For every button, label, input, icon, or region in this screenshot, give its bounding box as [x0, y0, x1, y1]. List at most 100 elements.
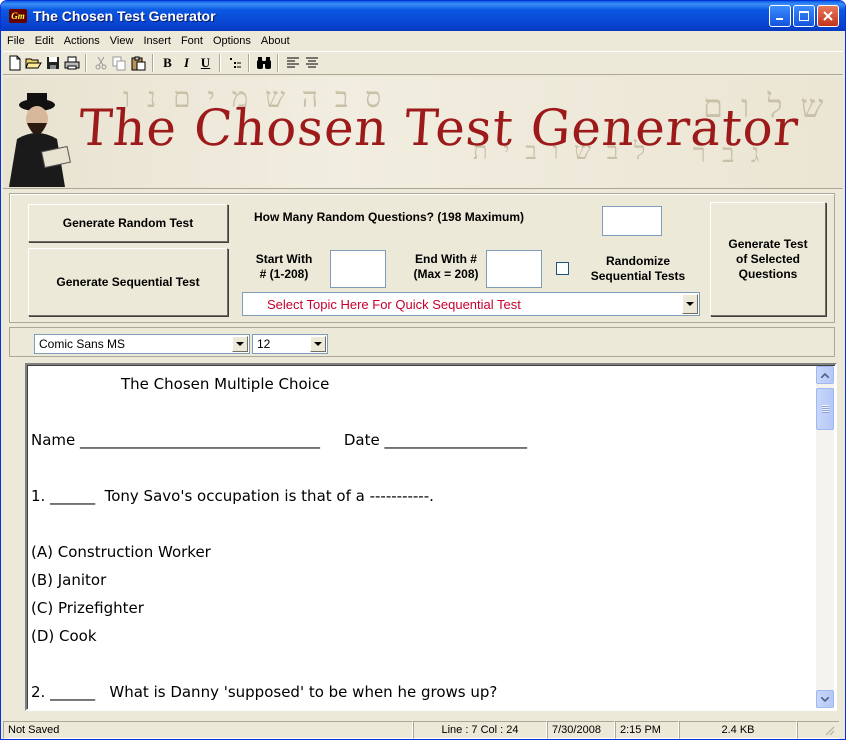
document-title: The Chosen Multiple Choice — [121, 375, 330, 393]
end-with-label-line: (Max = 208) — [413, 267, 479, 281]
font-size-value: 12 — [257, 337, 271, 351]
vertical-scrollbar[interactable] — [816, 366, 834, 708]
cursor-position: Line : 7 Col : 24 — [413, 721, 547, 739]
scroll-up-button[interactable] — [816, 366, 834, 384]
banner-figure-image — [9, 93, 71, 187]
close-icon — [823, 11, 833, 21]
app-window: Gm The Chosen Test Generator File Edit A… — [0, 0, 846, 740]
window-title: The Chosen Test Generator — [33, 8, 216, 24]
document-text-area[interactable]: The Chosen Multiple Choice Name ________… — [29, 367, 815, 707]
answer-choice: (D) Cook — [31, 627, 97, 645]
name-date-line: Name ________________________________ Da… — [31, 431, 527, 449]
status-date: 7/30/2008 — [547, 721, 615, 739]
answer-choice: (B) Janitor — [31, 571, 107, 589]
new-document-icon[interactable] — [5, 54, 24, 73]
print-icon[interactable] — [62, 54, 81, 73]
font-toolbar: Comic Sans MS 12 — [9, 327, 835, 357]
scroll-down-button[interactable] — [816, 690, 834, 708]
menu-view[interactable]: View — [106, 35, 140, 47]
resize-grip-icon — [825, 726, 835, 736]
menu-file[interactable]: File — [3, 35, 31, 47]
bullets-button[interactable] — [225, 54, 244, 73]
start-with-label: Start With # (1-208) — [240, 252, 328, 282]
chevron-up-icon — [821, 372, 829, 378]
align-center-button[interactable] — [302, 54, 321, 73]
align-left-icon — [286, 57, 299, 68]
bold-icon: B — [163, 55, 172, 70]
question-2: 2. ______ What is Danny 'supposed' to be… — [31, 683, 498, 701]
maximize-icon — [799, 11, 809, 21]
copy-icon[interactable] — [110, 54, 129, 73]
menu-edit[interactable]: Edit — [31, 35, 60, 47]
maximize-button[interactable] — [793, 5, 815, 27]
font-size-dropdown-button[interactable] — [310, 336, 326, 352]
test-controls-panel: Generate Random Test Generate Sequential… — [9, 193, 835, 323]
generate-selected-label-line: Generate Test — [728, 236, 808, 251]
generate-selected-label-line: of Selected — [735, 251, 801, 266]
scroll-thumb[interactable] — [816, 388, 834, 430]
toolbar-separator — [85, 54, 87, 72]
start-with-label-line: Start With — [255, 252, 313, 266]
bullets-icon — [229, 58, 241, 68]
italic-button[interactable]: I — [177, 54, 196, 73]
end-with-input[interactable] — [486, 250, 542, 288]
status-bar: Not Saved Line : 7 Col : 24 7/30/2008 2:… — [3, 721, 843, 739]
chevron-down-icon — [314, 341, 322, 346]
menu-actions[interactable]: Actions — [60, 35, 106, 47]
start-with-input[interactable] — [330, 250, 386, 288]
banner-image: ס ב ה ש מ י ם נ ו ל ב ש ו ב י ת ש ל ו ם … — [3, 77, 843, 189]
generate-selected-questions-button[interactable]: Generate Test of Selected Questions — [710, 202, 826, 316]
toolbar-separator — [219, 54, 221, 72]
open-folder-icon[interactable] — [24, 54, 43, 73]
bold-button[interactable]: B — [158, 54, 177, 73]
chevron-down-icon — [821, 696, 829, 702]
font-family-value: Comic Sans MS — [39, 337, 126, 351]
size-grip[interactable] — [797, 721, 839, 739]
font-family-dropdown-button[interactable] — [232, 336, 248, 352]
find-button[interactable] — [254, 54, 273, 73]
align-center-icon — [305, 57, 318, 68]
menu-insert[interactable]: Insert — [139, 35, 177, 47]
toolbar-separator — [248, 54, 250, 72]
paste-icon[interactable] — [129, 54, 148, 73]
underline-button[interactable]: U — [196, 54, 215, 73]
topic-select-dropdown-button[interactable] — [682, 294, 698, 314]
italic-icon: I — [183, 55, 190, 70]
menu-options[interactable]: Options — [209, 35, 257, 47]
menu-font[interactable]: Font — [177, 35, 209, 47]
cut-icon[interactable] — [91, 54, 110, 73]
menu-about[interactable]: About — [257, 35, 296, 47]
randomize-sequential-label: Randomize Sequential Tests — [572, 254, 704, 284]
end-with-label: End With # (Max = 208) — [406, 252, 486, 282]
minimize-button[interactable] — [769, 5, 791, 27]
font-family-select[interactable]: Comic Sans MS — [34, 334, 250, 354]
status-time: 2:15 PM — [615, 721, 679, 739]
randomize-sequential-checkbox[interactable] — [556, 262, 569, 275]
randomize-label-line: Randomize — [605, 254, 670, 268]
topic-select-value: Select Topic Here For Quick Sequential T… — [267, 296, 521, 312]
toolbar-separator — [277, 54, 279, 72]
document-editor[interactable]: The Chosen Multiple Choice Name ________… — [25, 363, 837, 711]
save-status: Not Saved — [3, 721, 413, 739]
menu-bar: File Edit Actions View Insert Font Optio… — [1, 31, 845, 51]
toolbar: B I U — [3, 51, 843, 75]
generate-random-test-button[interactable]: Generate Random Test — [28, 204, 228, 242]
generate-sequential-test-button[interactable]: Generate Sequential Test — [28, 248, 228, 316]
minimize-icon — [776, 18, 783, 20]
chevron-down-icon — [686, 301, 694, 306]
file-size: 2.4 KB — [679, 721, 797, 739]
chevron-down-icon — [236, 341, 244, 346]
question-1: 1. ______ Tony Savo's occupation is that… — [31, 487, 434, 505]
binoculars-icon — [256, 57, 271, 69]
app-icon[interactable]: Gm — [9, 9, 27, 23]
align-left-button[interactable] — [283, 54, 302, 73]
font-size-select[interactable]: 12 — [252, 334, 328, 354]
title-bar[interactable]: Gm The Chosen Test Generator — [1, 1, 845, 31]
underline-icon: U — [200, 55, 211, 70]
how-many-label: How Many Random Questions? (198 Maximum) — [254, 210, 525, 224]
close-button[interactable] — [817, 5, 839, 27]
topic-select[interactable]: Select Topic Here For Quick Sequential T… — [242, 292, 700, 316]
how-many-input[interactable] — [602, 206, 662, 236]
save-disk-icon[interactable] — [43, 54, 62, 73]
answer-choice: (C) Prizefighter — [31, 599, 144, 617]
